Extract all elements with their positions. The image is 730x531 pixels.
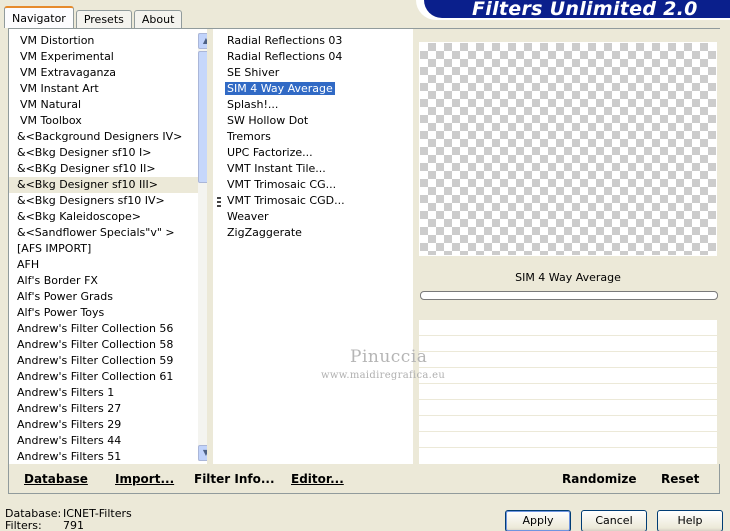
category-item[interactable]: AFH <box>9 257 207 273</box>
filter-item-label: VMT Trimosaic CG... <box>227 178 337 191</box>
watermark-url: www.maidiregrafica.eu <box>321 370 446 381</box>
filter-item[interactable]: UPC Factorize... <box>213 145 413 161</box>
selected-filter-name: SIM 4 Way Average <box>515 271 621 284</box>
import-button[interactable]: Import... <box>115 472 174 486</box>
help-button[interactable]: Help <box>657 510 723 531</box>
filter-item[interactable]: VMT Trimosaic CGD... <box>213 193 413 209</box>
filter-item[interactable]: Tremors <box>213 129 413 145</box>
filter-item[interactable]: Weaver <box>213 209 413 225</box>
category-item[interactable]: &<Bkg Designer sf10 III> <box>9 177 207 193</box>
filter-item[interactable]: SE Shiver <box>213 65 413 81</box>
category-item[interactable]: [AFS IMPORT] <box>9 241 207 257</box>
category-item[interactable]: &<Bkg Kaleidoscope> <box>9 209 207 225</box>
filter-item-label: UPC Factorize... <box>227 146 313 159</box>
filter-item-label: Splash!... <box>227 98 279 111</box>
status-info: Database: ICNET-Filters Filters: 791 <box>5 508 132 531</box>
preview-image <box>419 42 717 256</box>
category-item[interactable]: Andrew's Filters 29 <box>9 417 207 433</box>
filters-count: 791 <box>63 519 84 531</box>
category-item[interactable]: Andrew's Filters 1 <box>9 385 207 401</box>
category-item[interactable]: &<Background Designers IV> <box>9 129 207 145</box>
tab-navigator[interactable]: Navigator <box>4 6 74 28</box>
watermark-name: Pinuccia <box>350 347 428 367</box>
category-item[interactable]: Andrew's Filter Collection 61 <box>9 369 207 385</box>
randomize-button[interactable]: Randomize <box>562 472 636 486</box>
tab-strip: Navigator Presets About <box>4 6 184 28</box>
tab-presets[interactable]: Presets <box>75 10 132 28</box>
category-item[interactable]: VM Toolbox <box>9 113 207 129</box>
category-item[interactable]: VM Extravaganza <box>9 65 207 81</box>
bottom-toolbar: Database Import... Filter Info... Editor… <box>8 465 720 494</box>
category-item[interactable]: Alf's Border FX <box>9 273 207 289</box>
filter-item-label: Radial Reflections 04 <box>227 50 343 63</box>
filter-item[interactable]: VMT Trimosaic CG... <box>213 177 413 193</box>
category-item[interactable]: VM Experimental <box>9 49 207 65</box>
category-list[interactable]: VM Distortion VM Experimental VM Extravaga… <box>9 29 207 464</box>
app-banner: Filters Unlimited 2.0 <box>424 0 730 18</box>
filter-item[interactable]: Radial Reflections 03 <box>213 33 413 49</box>
category-item[interactable]: &<Bkg Designer sf10 I> <box>9 145 207 161</box>
filter-item[interactable]: ZigZaggerate <box>213 225 413 241</box>
filter-item[interactable]: Radial Reflections 04 <box>213 49 413 65</box>
category-item[interactable]: &<Sandflower Specials"v" > <box>9 225 207 241</box>
category-item[interactable]: Andrew's Filter Collection 56 <box>9 321 207 337</box>
scroll-down-icon[interactable]: ▼ <box>198 445 207 461</box>
database-button[interactable]: Database <box>24 472 88 486</box>
category-item[interactable]: Andrew's Filter Collection 58 <box>9 337 207 353</box>
scroll-up-icon[interactable]: ▲ <box>198 33 207 49</box>
filter-item-label: VMT Instant Tile... <box>227 162 326 175</box>
apply-button[interactable]: Apply <box>505 510 571 531</box>
drag-handle-icon[interactable] <box>217 197 221 207</box>
filter-item[interactable]: Splash!... <box>213 97 413 113</box>
category-item[interactable]: &<BKg Designer sf10 II> <box>9 161 207 177</box>
filter-item-label: SIM 4 Way Average <box>224 81 336 96</box>
filter-item-label: Weaver <box>227 210 269 223</box>
category-item[interactable]: VM Instant Art <box>9 81 207 97</box>
filter-item-label: VMT Trimosaic CGD... <box>227 194 345 207</box>
filter-controls <box>419 320 717 464</box>
filter-item-label: SW Hollow Dot <box>227 114 309 127</box>
filter-list[interactable]: Radial Reflections 03 Radial Reflections … <box>213 29 413 464</box>
editor-button[interactable]: Editor... <box>291 472 344 486</box>
category-item[interactable]: VM Natural <box>9 97 207 113</box>
filter-item-label: Radial Reflections 03 <box>227 34 343 47</box>
filter-item[interactable]: SIM 4 Way Average <box>213 81 413 97</box>
tab-about[interactable]: About <box>133 10 183 28</box>
filters-label: Filters: <box>5 519 42 531</box>
filter-item-label: ZigZaggerate <box>227 226 302 239</box>
category-item[interactable]: Andrew's Filters 44 <box>9 433 207 449</box>
filter-item-label: SE Shiver <box>227 66 280 79</box>
category-item[interactable]: Alf's Power Toys <box>9 305 207 321</box>
banner-title: Filters Unlimited 2.0 <box>472 0 698 18</box>
category-item[interactable]: &<Bkg Designers sf10 IV> <box>9 193 207 209</box>
category-item[interactable]: VM Distortion <box>9 33 207 49</box>
category-item[interactable]: Andrew's Filters 27 <box>9 401 207 417</box>
filter-info-button[interactable]: Filter Info... <box>194 472 275 486</box>
filter-item-label: Tremors <box>227 130 271 143</box>
reset-button[interactable]: Reset <box>661 472 699 486</box>
category-item[interactable]: Andrew's Filter Collection 59 <box>9 353 207 369</box>
filter-item[interactable]: VMT Instant Tile... <box>213 161 413 177</box>
cancel-button[interactable]: Cancel <box>581 510 647 531</box>
progress-bar <box>420 291 718 300</box>
category-scrollbar[interactable]: ▲ ▼ <box>198 33 207 461</box>
category-item[interactable]: Alf's Power Grads <box>9 289 207 305</box>
scroll-thumb[interactable] <box>198 51 207 183</box>
category-item[interactable]: Andrew's Filters 51 <box>9 449 207 464</box>
filter-item[interactable]: SW Hollow Dot <box>213 113 413 129</box>
